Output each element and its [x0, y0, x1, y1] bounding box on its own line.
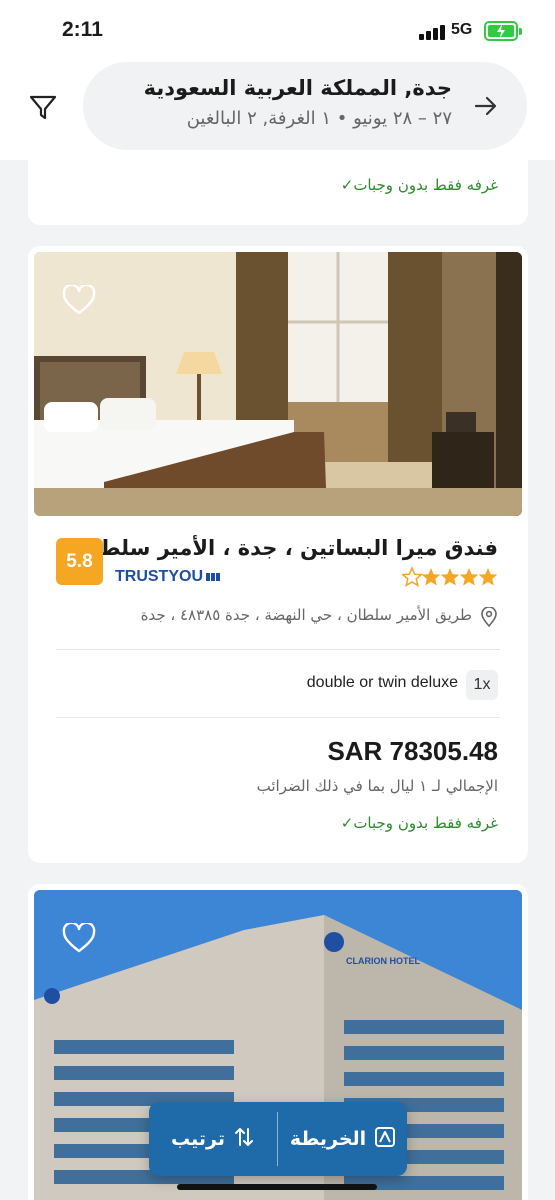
star-rating	[400, 566, 498, 588]
sort-label: ترتيب	[171, 1128, 225, 1150]
location-pin-icon	[480, 606, 498, 628]
meal-plan: غرفه فقط بدون وجبات✓	[340, 814, 498, 832]
search-destination: جدة, المملكة العربية السعودية	[143, 76, 452, 100]
sort-icon	[233, 1126, 255, 1153]
map-label: الخريطة	[289, 1128, 367, 1150]
favorite-heart-icon[interactable]	[62, 283, 96, 315]
map-button[interactable]: الخريطة	[279, 1102, 407, 1176]
total-price: SAR 78305.48	[327, 736, 498, 766]
hotel-card-previous[interactable]: غرفه فقط بدون وجبات✓	[28, 150, 528, 225]
search-summary[interactable]: جدة, المملكة العربية السعودية ٢٧ – ٢٨ يو…	[83, 62, 527, 150]
floating-action-bar: الخريطة ترتيب	[149, 1102, 407, 1176]
room-type: double or twin deluxe	[306, 674, 458, 691]
search-header: جدة, المملكة العربية السعودية ٢٧ – ٢٨ يو…	[0, 62, 555, 160]
status-time: 2:11	[62, 18, 103, 41]
check-icon: ✓	[340, 176, 354, 194]
hotel-name[interactable]: فندق ميرا البساتين ، جدة ، الأمير سلطان	[75, 536, 498, 560]
battery-icon	[484, 21, 522, 41]
hotel-address: طريق الأمير سلطان ، حي النهضة ، جدة ٤٨٣٨…	[140, 606, 472, 624]
favorite-heart-icon[interactable]	[62, 921, 96, 953]
signal-icon	[419, 24, 445, 40]
room-quantity: 1x	[466, 670, 498, 700]
check-icon: ✓	[340, 814, 354, 832]
divider	[56, 649, 500, 650]
filter-icon[interactable]	[26, 90, 60, 124]
meal-plan: غرفه فقط بدون وجبات✓	[340, 176, 498, 194]
map-icon	[374, 1126, 396, 1153]
home-indicator	[177, 1184, 377, 1190]
sort-button[interactable]: ترتيب	[149, 1102, 277, 1176]
price-note: الإجمالي لـ ١ ليال بما في ذلك الضرائب	[256, 777, 498, 795]
search-details: ٢٧ – ٢٨ يونيو • ١ الغرفة, ٢ البالغين	[186, 108, 452, 129]
review-score-badge: 5.8	[56, 538, 103, 585]
review-provider-logo: TRUSTYOU	[115, 568, 220, 586]
hotel-card[interactable]: فندق ميرا البساتين ، جدة ، الأمير سلطان …	[28, 246, 528, 863]
network-type: 5G	[451, 21, 473, 38]
hotel-photo[interactable]	[34, 252, 522, 516]
status-bar: 2:11 5G	[0, 0, 555, 62]
divider	[277, 1112, 278, 1166]
divider	[56, 717, 500, 718]
hotel-sign: CLARION HOTEL	[346, 956, 420, 966]
arrow-right-icon[interactable]	[473, 93, 499, 119]
